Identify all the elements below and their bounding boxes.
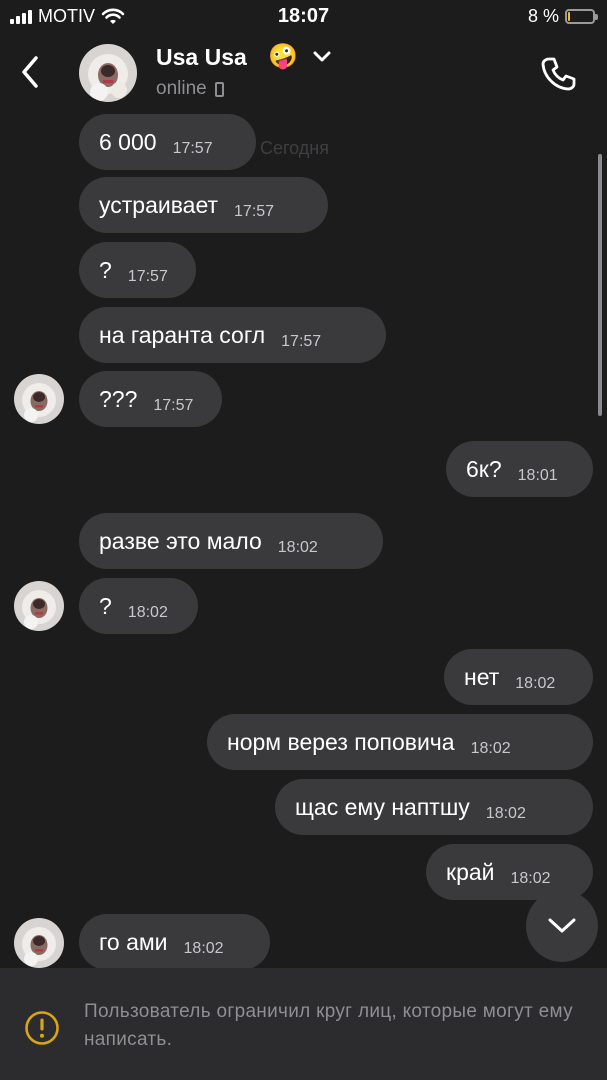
message-time: 18:02 (277, 539, 318, 556)
message-text: край (446, 858, 495, 885)
chevron-down-icon (313, 51, 331, 62)
message-list[interactable]: Сегодня 6 000 17:57 устраивает 17:57 ? 1… (0, 112, 607, 968)
chevron-down-icon (548, 918, 576, 933)
message-bubble[interactable]: разве это мало 18:02 (79, 513, 383, 569)
message-bubble-outgoing[interactable]: нет 18:02 (444, 649, 593, 705)
sender-avatar[interactable] (14, 918, 64, 968)
message-bubble-outgoing[interactable]: щас ему наптшу 18:02 (275, 779, 593, 835)
exclamation-circle-icon (25, 1011, 59, 1045)
message-time: 17:57 (153, 397, 194, 414)
message-bubble-outgoing[interactable]: норм верез поповича 18:02 (207, 714, 593, 770)
chevron-left-icon (22, 56, 38, 88)
call-button[interactable] (536, 52, 580, 96)
message-text: 6к? (466, 455, 502, 482)
message-bubble[interactable]: го ами 18:02 (79, 914, 270, 968)
message-time: 18:02 (485, 805, 526, 822)
status-emoji: 🤪 (268, 43, 298, 70)
battery-percentage: 8 % (527, 6, 559, 26)
back-button[interactable] (14, 52, 46, 92)
message-time: 17:57 (234, 203, 275, 220)
phone-icon (541, 57, 576, 91)
message-text: ??? (99, 385, 138, 412)
message-bubble[interactable]: ? 18:02 (79, 578, 198, 634)
status-bar: MOTIV 18:07 8 % (0, 0, 607, 34)
scrollbar[interactable] (598, 154, 602, 416)
message-time: 17:57 (281, 333, 322, 350)
message-time: 17:57 (172, 140, 213, 157)
battery-icon (565, 9, 598, 24)
presence-status: online (156, 78, 224, 100)
message-bubble[interactable]: ? 17:57 (79, 242, 196, 298)
message-text: ? (99, 256, 112, 283)
message-time: 18:02 (510, 870, 551, 887)
status-bar-right: 8 % (527, 6, 598, 27)
message-text: на гаранта согл (99, 321, 266, 348)
message-bubble[interactable]: устраивает 17:57 (79, 177, 328, 233)
message-text: устраивает (99, 191, 219, 218)
message-text: нет (464, 663, 500, 690)
message-text: 6 000 (99, 128, 157, 155)
header-dropdown-button[interactable] (312, 50, 332, 64)
message-time: 18:02 (515, 675, 556, 692)
message-bubble[interactable]: 6 000 17:57 (79, 114, 256, 170)
message-bubble[interactable]: на гаранта согл 17:57 (79, 307, 386, 363)
contact-name[interactable]: Usa Usa (156, 44, 247, 71)
message-text: ? (99, 592, 112, 619)
message-bubble-outgoing[interactable]: 6к? 18:01 (446, 441, 593, 497)
message-text: щас ему наптшу (295, 793, 470, 820)
restriction-footer: Пользователь ограничил круг лиц, которые… (0, 968, 607, 1080)
message-text: го ами (99, 928, 168, 955)
mobile-device-icon (214, 81, 224, 97)
message-bubble[interactable]: ??? 17:57 (79, 371, 222, 427)
message-time: 18:02 (183, 940, 224, 957)
message-time: 18:02 (127, 604, 168, 621)
scroll-to-bottom-button[interactable] (526, 890, 598, 962)
clock: 18:07 (277, 5, 330, 27)
message-time: 17:57 (127, 268, 168, 285)
sender-avatar[interactable] (14, 374, 64, 424)
message-text: норм верез поповича (227, 728, 455, 755)
date-divider: Сегодня (260, 138, 329, 158)
contact-avatar[interactable] (79, 44, 137, 102)
chat-header: Usa Usa 🤪 online (0, 34, 607, 112)
presence-label: online (156, 78, 207, 99)
message-text: разве это мало (99, 527, 262, 554)
message-time: 18:02 (470, 740, 511, 757)
restriction-message: Пользователь ограничил круг лиц, которые… (84, 1001, 573, 1050)
sender-avatar[interactable] (14, 581, 64, 631)
message-time: 18:01 (517, 467, 558, 484)
